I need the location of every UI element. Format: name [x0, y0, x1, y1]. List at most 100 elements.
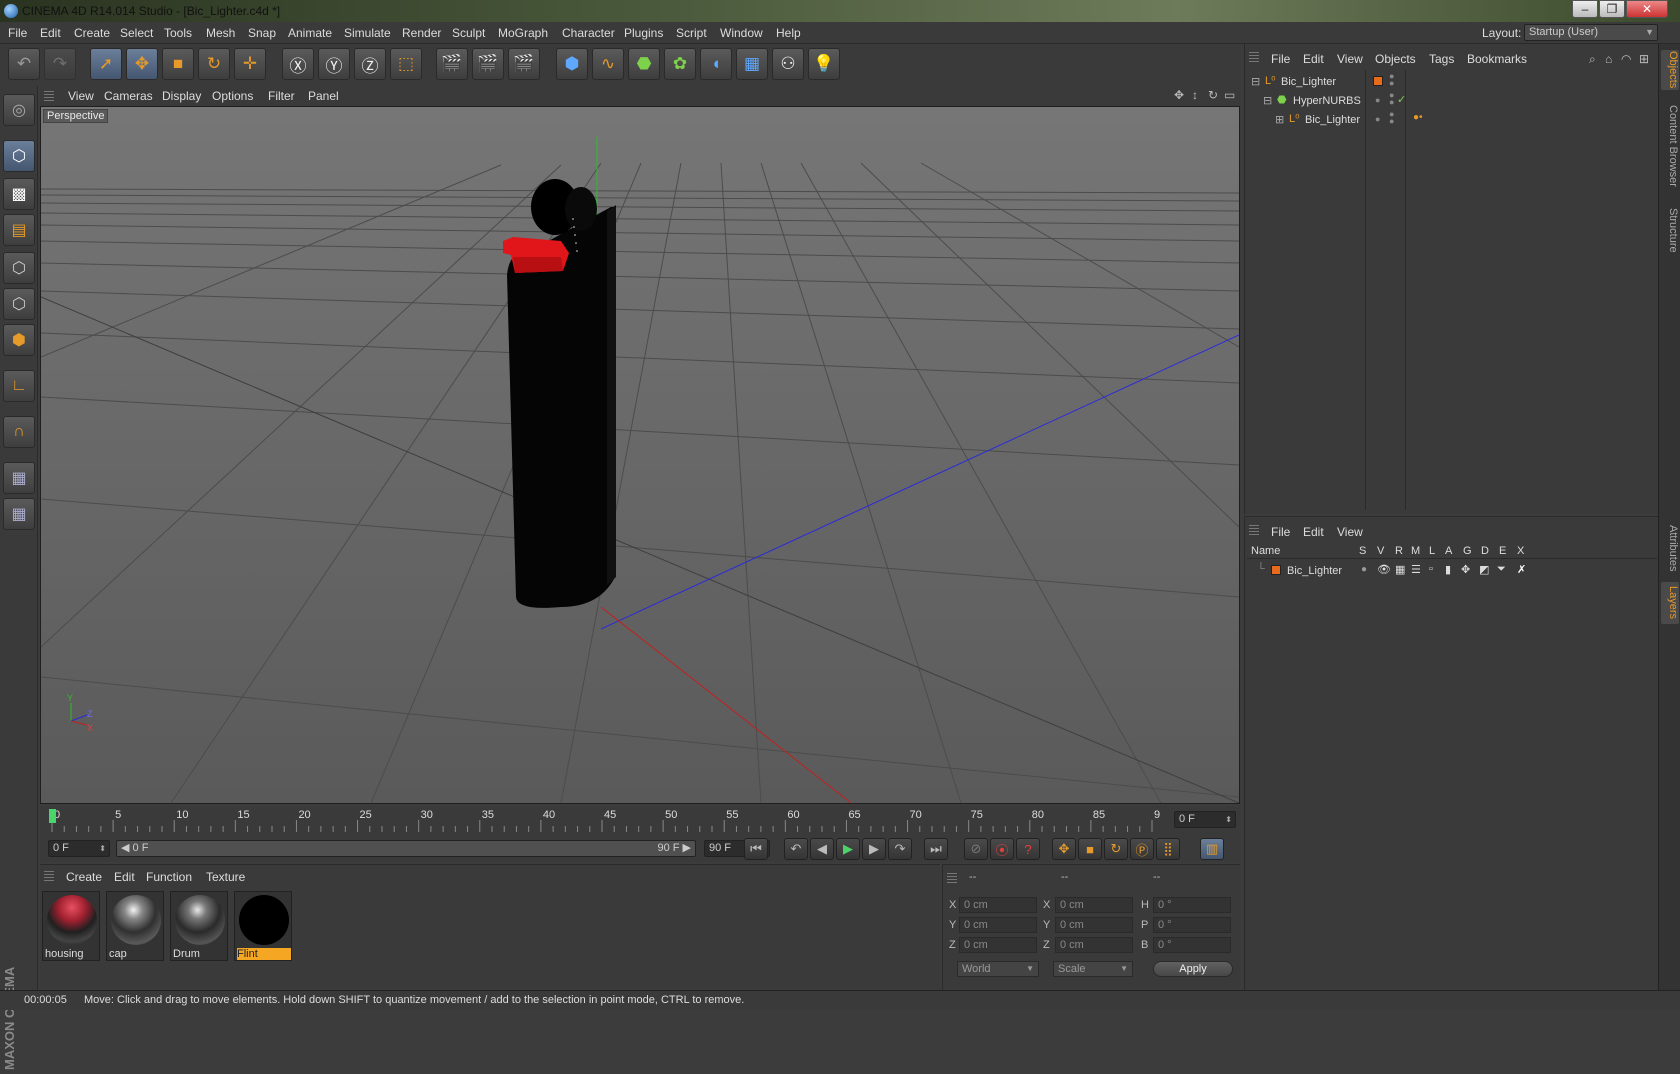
- collapse-icon[interactable]: ⊟: [1251, 75, 1260, 88]
- pos-z-field[interactable]: 0 cm: [959, 937, 1037, 953]
- objects-menu-tags[interactable]: Tags: [1429, 52, 1454, 66]
- menu-help[interactable]: Help: [776, 26, 801, 40]
- layers-menu-edit[interactable]: Edit: [1303, 525, 1324, 539]
- layers-menu-file[interactable]: File: [1271, 525, 1290, 539]
- keyframe-selection-button[interactable]: ?: [1016, 838, 1040, 860]
- enabled-check-icon[interactable]: ✓: [1397, 93, 1406, 106]
- search-icon[interactable]: ⌕: [1589, 52, 1596, 67]
- objects-menu-bookmarks[interactable]: Bookmarks: [1467, 52, 1527, 66]
- current-frame-field[interactable]: 0 F ⬍: [1174, 811, 1236, 828]
- tab-attributes[interactable]: Attributes: [1661, 518, 1679, 578]
- workplane-mode-button[interactable]: ▤: [3, 214, 35, 246]
- planar-workplane-button[interactable]: ▦: [3, 498, 35, 530]
- menu-edit[interactable]: Edit: [40, 26, 61, 40]
- object-row-bic-lighter[interactable]: ⊟ L⁰ Bic_Lighter ● ●: [1247, 72, 1657, 91]
- z-axis-lock-button[interactable]: Ⓩ: [354, 48, 386, 80]
- viewport-menu-filter[interactable]: Filter: [268, 89, 295, 103]
- material-drum[interactable]: Drum: [170, 891, 228, 961]
- render-toggle-icon[interactable]: ▦: [1395, 563, 1405, 576]
- column-locked[interactable]: L: [1429, 545, 1435, 557]
- restore-button[interactable]: ❐: [1599, 0, 1625, 18]
- add-deformer-button[interactable]: ◖: [700, 48, 732, 80]
- add-light-button[interactable]: 💡: [808, 48, 840, 80]
- minimize-button[interactable]: –: [1572, 0, 1598, 18]
- viewport-menu-panel[interactable]: Panel: [308, 89, 339, 103]
- object-row-hypernurbs[interactable]: ⊟ ⬣ HyperNURBS ● ● ● ✓: [1247, 91, 1657, 110]
- menu-create[interactable]: Create: [74, 26, 110, 40]
- material-flint[interactable]: Flint: [234, 891, 292, 961]
- add-floor-button[interactable]: ▦: [736, 48, 768, 80]
- scale-tool-button[interactable]: ■: [162, 48, 194, 80]
- manager-toggle-icon[interactable]: ☰: [1411, 563, 1421, 576]
- column-view[interactable]: V: [1377, 545, 1384, 557]
- recent-tools-button[interactable]: ✛: [234, 48, 266, 80]
- menu-animate[interactable]: Animate: [288, 26, 332, 40]
- goto-end-button[interactable]: ⏭: [924, 838, 948, 860]
- menu-snap[interactable]: Snap: [248, 26, 276, 40]
- tab-objects[interactable]: Objects: [1661, 50, 1679, 90]
- expand-icon[interactable]: ⊞: [1275, 113, 1284, 126]
- material-menu-function[interactable]: Function: [146, 870, 192, 884]
- key-scale-button[interactable]: ■: [1078, 838, 1102, 860]
- layer-color-swatch[interactable]: [1373, 76, 1383, 86]
- viewport-move-icon[interactable]: ✥: [1174, 88, 1184, 102]
- viewport-rotate-icon[interactable]: ↻: [1208, 88, 1218, 102]
- solo-toggle-icon[interactable]: ●: [1361, 564, 1367, 575]
- layer-color-swatch[interactable]: [1271, 565, 1281, 575]
- lock-toggle-icon[interactable]: ▫: [1429, 563, 1433, 575]
- material-menu-create[interactable]: Create: [66, 870, 102, 884]
- perspective-viewport[interactable]: Y Z X Perspective: [40, 106, 1240, 804]
- objects-menu-file[interactable]: File: [1271, 52, 1290, 66]
- snap-button[interactable]: ∩: [3, 416, 35, 448]
- rot-h-field[interactable]: 0 °: [1153, 897, 1231, 913]
- tab-structure[interactable]: Structure: [1661, 200, 1679, 260]
- preview-range-slider[interactable]: ◀ 0 F 90 F ▶: [116, 840, 696, 857]
- menu-mesh[interactable]: Mesh: [206, 26, 235, 40]
- timeline-window-button[interactable]: ▥: [1200, 838, 1224, 860]
- key-pla-button[interactable]: ⣿: [1156, 838, 1180, 860]
- size-y-field[interactable]: 0 cm: [1055, 917, 1133, 933]
- timeline-ruler[interactable]: 051015202530354045505560657075808590 0 F…: [40, 806, 1240, 836]
- collapse-icon[interactable]: ⊟: [1263, 94, 1272, 107]
- pos-y-field[interactable]: 0 cm: [959, 917, 1037, 933]
- menu-tools[interactable]: Tools: [164, 26, 192, 40]
- column-render[interactable]: R: [1395, 545, 1403, 557]
- prev-frame-button[interactable]: ◀: [810, 838, 834, 860]
- objects-menu-view[interactable]: View: [1337, 52, 1363, 66]
- eye-icon[interactable]: ◠: [1621, 52, 1631, 66]
- apply-button[interactable]: Apply: [1153, 961, 1233, 977]
- rot-p-field[interactable]: 0 °: [1153, 917, 1231, 933]
- column-xref[interactable]: X: [1517, 545, 1524, 557]
- move-tool-button[interactable]: ✥: [126, 48, 158, 80]
- menu-simulate[interactable]: Simulate: [344, 26, 391, 40]
- menu-select[interactable]: Select: [120, 26, 153, 40]
- undo-button[interactable]: ↶: [8, 48, 40, 80]
- add-cube-button[interactable]: ⬢: [556, 48, 588, 80]
- key-parameter-button[interactable]: Ⓟ: [1130, 838, 1154, 860]
- rot-b-field[interactable]: 0 °: [1153, 937, 1231, 953]
- deformer-toggle-icon[interactable]: ◩: [1479, 563, 1489, 576]
- menu-file[interactable]: File: [8, 26, 27, 40]
- autokey-button[interactable]: ⦿: [990, 838, 1014, 860]
- prev-key-button[interactable]: ↶: [784, 838, 808, 860]
- animation-toggle-icon[interactable]: ▮: [1445, 563, 1451, 576]
- make-editable-button[interactable]: ◎: [3, 94, 35, 126]
- column-deformers[interactable]: D: [1481, 545, 1489, 557]
- axis-mode-button[interactable]: ∟: [3, 370, 35, 402]
- play-button[interactable]: ▶: [836, 838, 860, 860]
- menu-script[interactable]: Script: [676, 26, 707, 40]
- column-animation[interactable]: A: [1445, 545, 1452, 557]
- render-settings-button[interactable]: 🎬: [508, 48, 540, 80]
- pos-x-field[interactable]: 0 cm: [959, 897, 1037, 913]
- objects-menu-objects[interactable]: Objects: [1375, 52, 1416, 66]
- model-mode-button[interactable]: ⬡: [3, 140, 35, 172]
- material-housing[interactable]: housing: [42, 891, 100, 961]
- menu-plugins[interactable]: Plugins: [624, 26, 663, 40]
- coordinate-space-dropdown[interactable]: World ▼: [957, 961, 1039, 977]
- start-frame-field[interactable]: 0 F ⬍: [48, 840, 110, 857]
- redo-button[interactable]: ↷: [44, 48, 76, 80]
- column-generators[interactable]: G: [1463, 545, 1472, 557]
- key-position-button[interactable]: ✥: [1052, 838, 1076, 860]
- menu-mograph[interactable]: MoGraph: [498, 26, 548, 40]
- render-picture-viewer-button[interactable]: 🎬: [472, 48, 504, 80]
